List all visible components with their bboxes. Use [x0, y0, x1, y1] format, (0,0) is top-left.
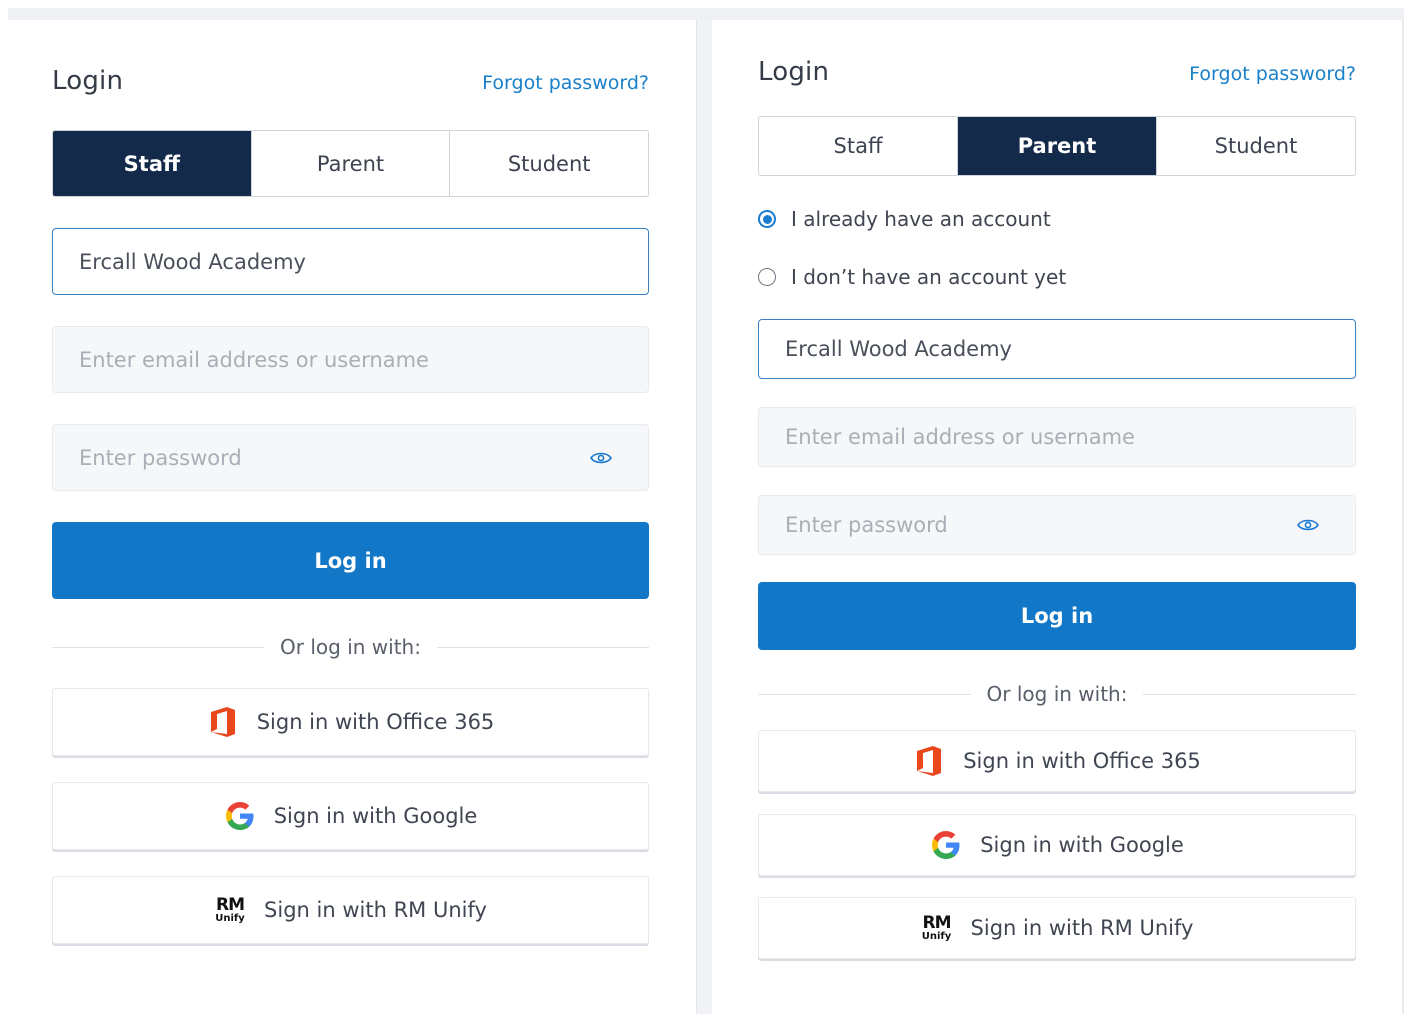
google-icon [930, 829, 962, 861]
email-input[interactable] [785, 425, 1355, 449]
rm-logo-top: RM [922, 912, 952, 933]
eye-icon[interactable] [590, 451, 612, 465]
office365-icon [207, 706, 239, 738]
tab-staff[interactable]: Staff [759, 117, 958, 175]
email-field[interactable] [758, 407, 1356, 467]
role-tabs: Staff Parent Student [758, 116, 1356, 176]
top-strip [8, 8, 1404, 20]
office365-label: Sign in with Office 365 [256, 710, 495, 734]
password-field[interactable] [758, 495, 1356, 555]
rm-unify-signin-button[interactable]: RM Unify Sign in with RM Unify [52, 876, 649, 944]
divider-line [436, 646, 649, 648]
rm-unify-label: Sign in with RM Unify [264, 898, 487, 922]
office365-signin-button[interactable]: Sign in with Office 365 [52, 688, 649, 756]
office365-label: Sign in with Office 365 [963, 749, 1201, 773]
radio-button-checked[interactable] [758, 210, 776, 228]
rm-unify-signin-button[interactable]: RM Unify Sign in with RM Unify [758, 897, 1356, 959]
school-field[interactable]: Ercall Wood Academy [52, 228, 649, 295]
rm-unify-label: Sign in with RM Unify [970, 916, 1194, 940]
rm-logo-bottom: Unify [215, 912, 245, 924]
tab-staff[interactable]: Staff [53, 131, 252, 196]
divider-line [758, 693, 971, 695]
google-label: Sign in with Google [273, 804, 478, 828]
google-signin-button[interactable]: Sign in with Google [52, 782, 649, 850]
radio-have-account[interactable]: I already have an account [758, 206, 1051, 232]
google-icon [224, 800, 256, 832]
page-title: Login [52, 66, 124, 96]
panel-edge [1402, 20, 1404, 1014]
tab-student[interactable]: Student [1157, 117, 1355, 175]
rm-unify-icon: RM Unify [214, 894, 246, 926]
role-tabs: Staff Parent Student [52, 130, 649, 197]
tab-parent[interactable]: Parent [252, 131, 451, 196]
office365-signin-button[interactable]: Sign in with Office 365 [758, 730, 1356, 792]
or-text: Or log in with: [986, 682, 1128, 706]
rm-logo-bottom: Unify [921, 930, 952, 942]
tab-parent[interactable]: Parent [958, 117, 1157, 175]
password-input[interactable] [785, 513, 1355, 537]
email-field[interactable] [52, 326, 649, 393]
or-text: Or log in with: [280, 635, 421, 659]
rm-logo-top: RM [216, 894, 245, 915]
or-divider: Or log in with: [758, 680, 1356, 708]
forgot-password-link[interactable]: Forgot password? [482, 72, 649, 94]
divider-line [1143, 693, 1356, 695]
login-button[interactable]: Log in [758, 582, 1356, 650]
office365-icon [913, 745, 945, 777]
school-field[interactable]: Ercall Wood Academy [758, 319, 1356, 379]
email-input[interactable] [79, 347, 648, 372]
or-divider: Or log in with: [52, 633, 649, 661]
radio-label: I already have an account [791, 207, 1051, 231]
divider-line [52, 646, 265, 648]
google-signin-button[interactable]: Sign in with Google [758, 814, 1356, 876]
eye-icon[interactable] [1297, 518, 1319, 532]
radio-label: I don’t have an account yet [791, 265, 1067, 289]
page-title: Login [758, 57, 830, 87]
rm-unify-icon: RM Unify [921, 912, 953, 944]
radio-no-account[interactable]: I don’t have an account yet [758, 264, 1066, 290]
tab-student[interactable]: Student [450, 131, 648, 196]
password-input[interactable] [79, 445, 648, 470]
forgot-password-link[interactable]: Forgot password? [1189, 63, 1356, 85]
password-field[interactable] [52, 424, 649, 491]
google-label: Sign in with Google [980, 833, 1184, 857]
radio-button[interactable] [758, 268, 776, 286]
panel-separator [696, 20, 712, 1014]
login-button[interactable]: Log in [52, 522, 649, 599]
